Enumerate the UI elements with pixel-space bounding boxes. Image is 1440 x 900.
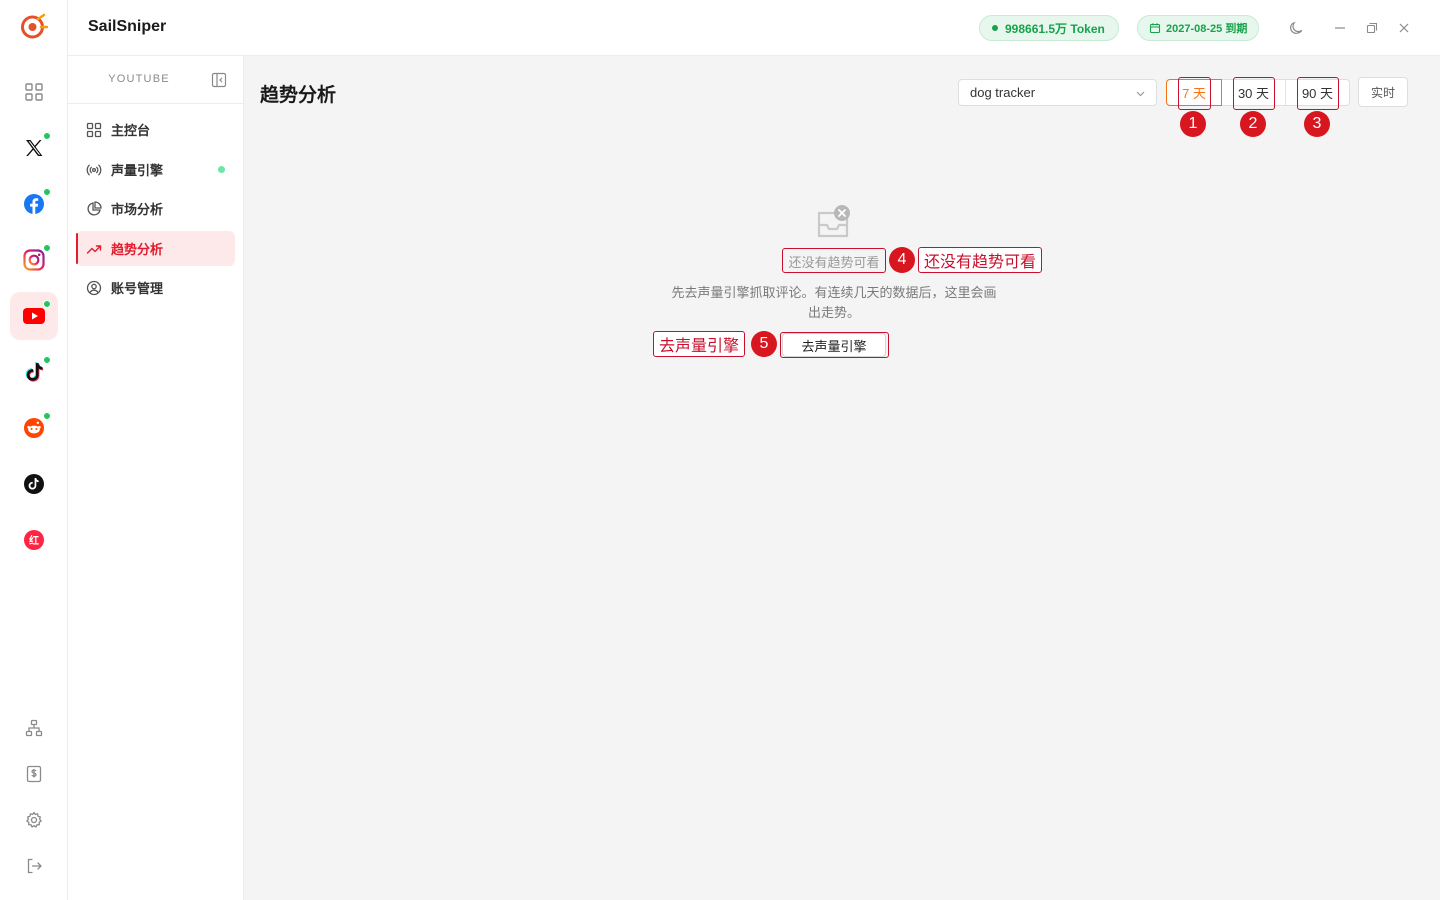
- status-dot: [218, 166, 225, 173]
- x-icon: [26, 140, 43, 156]
- page-title: 趋势分析: [260, 85, 337, 106]
- sidebar-item-label: 账号管理: [111, 281, 164, 296]
- realtime-button[interactable]: 实时: [1358, 77, 1408, 107]
- top-header: SailSniper 998661.5万 Token 2027-08-25 到期: [68, 0, 1440, 56]
- org-chart-icon: [25, 719, 43, 737]
- sidebar-item-label: 市场分析: [111, 202, 164, 217]
- rail-xiaohongshu[interactable]: 红: [10, 516, 58, 564]
- tiktok-icon: [25, 362, 44, 382]
- online-dot: [43, 188, 51, 196]
- xiaohongshu-icon: 红: [24, 530, 44, 550]
- reddit-icon: [24, 418, 44, 438]
- rail-tiktok[interactable]: [10, 348, 58, 396]
- rail-settings[interactable]: [22, 808, 46, 832]
- close-button[interactable]: [1394, 18, 1414, 38]
- online-dot: [43, 132, 51, 140]
- sidebar-item-label: 主控台: [111, 123, 151, 138]
- collapse-sidebar-icon[interactable]: [211, 72, 227, 88]
- token-balance-label: 998661.5万 Token: [1005, 21, 1105, 36]
- rail-youtube[interactable]: [10, 292, 58, 340]
- dashboard-grid-icon: [25, 83, 43, 101]
- empty-state-title: 还没有趋势可看: [788, 255, 880, 270]
- sidebar-item-trends[interactable]: 趋势分析: [76, 231, 235, 266]
- rail-facebook[interactable]: [10, 180, 58, 228]
- annotation-label: 还没有趋势可看: [918, 247, 1043, 273]
- range-7-days-button[interactable]: 7 天: [1166, 79, 1222, 106]
- annotation-badge: 2: [1240, 111, 1266, 137]
- restore-button[interactable]: [1362, 18, 1382, 38]
- online-dot: [43, 244, 51, 252]
- tiktok-dark-icon: [24, 474, 44, 494]
- sidebar-item-market[interactable]: 市场分析: [76, 191, 235, 226]
- status-dot: [992, 25, 998, 31]
- rail-org-chart[interactable]: [22, 716, 46, 740]
- sidebar-item-accounts[interactable]: 账号管理: [76, 270, 235, 305]
- range-90-days-button[interactable]: 90 天: [1286, 80, 1349, 105]
- trend-icon: [86, 244, 102, 254]
- calendar-icon: [1149, 23, 1161, 34]
- time-range-group: 7 天 30 天 90 天: [1166, 79, 1350, 106]
- empty-state-description: 先去声量引擎抓取评论。有连续几天的数据后，这里会画出走势。: [671, 285, 997, 320]
- annotation-badge: 1: [1180, 111, 1206, 137]
- sidebar-header: YOUTUBE: [68, 56, 243, 104]
- logout-icon: [27, 858, 42, 874]
- minimize-button[interactable]: [1330, 18, 1350, 38]
- chevron-down-icon: [1136, 91, 1145, 97]
- theme-toggle-button[interactable]: [1286, 18, 1306, 38]
- restore-icon: [1366, 22, 1378, 34]
- sidebar-item-label: 趋势分析: [111, 242, 164, 257]
- user-circle-icon: [86, 280, 102, 295]
- rail-logout[interactable]: [22, 854, 46, 878]
- token-balance-badge[interactable]: 998661.5万 Token: [979, 15, 1119, 41]
- online-dot: [43, 412, 51, 420]
- rail-billing[interactable]: [22, 762, 46, 786]
- rail-reddit[interactable]: [10, 404, 58, 452]
- annotation-badge: 3: [1304, 111, 1330, 137]
- sidebar-item-label: 声量引擎: [111, 163, 164, 178]
- sidebar-section-title: YOUTUBE: [108, 73, 170, 85]
- sidebar-item-voice-engine[interactable]: 声量引擎: [76, 152, 235, 187]
- close-icon: [1399, 23, 1409, 33]
- annotation-badge: 5: [751, 331, 777, 357]
- empty-inbox-icon: [817, 205, 850, 238]
- pie-chart-icon: [87, 200, 102, 216]
- facebook-icon: [24, 194, 44, 214]
- project-select[interactable]: dog tracker: [958, 79, 1157, 106]
- rail-tiktok-dark[interactable]: [10, 460, 58, 508]
- range-30-days-button[interactable]: 30 天: [1222, 80, 1286, 105]
- annotation-badge: 4: [889, 247, 915, 273]
- annotation-label: 去声量引擎: [653, 331, 746, 357]
- dashboard-icon: [86, 122, 102, 137]
- minimize-icon: [1335, 27, 1345, 29]
- sidebar-item-dashboard[interactable]: 主控台: [76, 112, 235, 147]
- app-name: SailSniper: [88, 18, 167, 35]
- expiry-badge[interactable]: 2027-08-25 到期: [1137, 15, 1260, 41]
- moon-icon: [1289, 21, 1303, 34]
- sidebar: YOUTUBE 主控台 声量引擎 市场分析 趋势分析 账号管理: [68, 56, 244, 900]
- online-dot: [43, 356, 51, 364]
- platform-rail: 红: [0, 0, 68, 900]
- broadcast-icon: [86, 164, 102, 175]
- online-dot: [43, 300, 51, 308]
- gear-icon: [25, 811, 43, 828]
- rail-x[interactable]: [10, 124, 58, 172]
- rail-instagram[interactable]: [10, 236, 58, 284]
- expiry-label: 2027-08-25 到期: [1166, 23, 1248, 35]
- rail-dashboard[interactable]: [10, 68, 58, 116]
- xiaohongshu-glyph: 红: [29, 534, 39, 547]
- sailsniper-logo-icon: [21, 13, 48, 39]
- billing-icon: [26, 765, 42, 783]
- project-select-value: dog tracker: [970, 85, 1036, 100]
- instagram-icon: [23, 249, 45, 271]
- youtube-icon: [23, 308, 45, 324]
- goto-voice-engine-button[interactable]: 去声量引擎: [782, 333, 886, 357]
